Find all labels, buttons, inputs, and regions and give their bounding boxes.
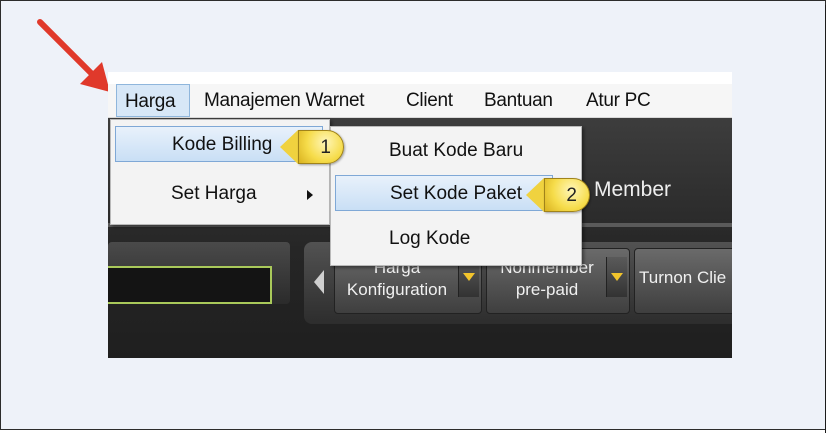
menu-label: Bantuan <box>484 90 553 111</box>
red-pointer-arrow-icon <box>37 19 110 92</box>
app-screenshot: Member Harga Konfiguration Nonmember pre… <box>108 72 732 358</box>
menu-item-buat-kode-baru[interactable]: Buat Kode Baru <box>335 133 575 169</box>
scroll-left-icon[interactable] <box>314 270 324 294</box>
menu-bar: Harga Manajemen Warnet Client Bantuan At… <box>108 84 732 118</box>
menu-item-log-kode[interactable]: Log Kode <box>335 221 575 257</box>
dropdown-caret-icon[interactable] <box>606 257 627 297</box>
menu-bantuan[interactable]: Bantuan <box>484 84 553 117</box>
turnon-client-button[interactable]: Turnon Clie <box>634 248 732 314</box>
menu-client[interactable]: Client <box>406 84 453 117</box>
menu-atur-pc[interactable]: Atur PC <box>586 84 651 117</box>
menu-label: Atur PC <box>586 90 651 111</box>
menu-item-label: Kode Billing <box>172 134 273 155</box>
menu-item-label: Log Kode <box>389 228 471 249</box>
menu-item-label: Set Harga <box>171 183 257 204</box>
menu-manajemen-warnet[interactable]: Manajemen Warnet <box>204 84 365 117</box>
menu-label: Client <box>406 90 453 111</box>
left-panel <box>108 242 290 304</box>
member-label: Member <box>594 178 672 201</box>
submenu-chevron-icon <box>307 190 313 200</box>
menu-item-label: Buat Kode Baru <box>389 140 524 161</box>
menu-item-set-kode-paket[interactable]: Set Kode Paket <box>335 175 553 211</box>
menu-harga[interactable]: Harga <box>116 84 190 117</box>
callout-number: 2 <box>544 178 590 212</box>
menu-label: Harga <box>125 91 176 112</box>
button-line1: Turnon Clie <box>639 268 727 287</box>
menu-item-label: Set Kode Paket <box>390 183 523 204</box>
menu-label: Manajemen Warnet <box>204 90 365 111</box>
member-button[interactable]: Member <box>542 172 672 212</box>
callout-number: 1 <box>298 130 344 164</box>
menu-item-set-harga[interactable]: Set Harga <box>115 176 323 212</box>
search-input[interactable] <box>108 266 272 304</box>
